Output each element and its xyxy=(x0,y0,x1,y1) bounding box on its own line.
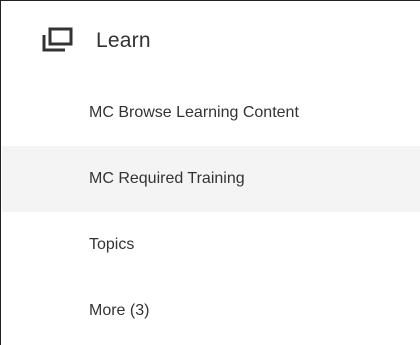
menu-item-required-training[interactable]: MC Required Training xyxy=(2,146,420,212)
window-stack-icon xyxy=(37,24,77,58)
section-header[interactable]: Learn xyxy=(2,2,420,80)
section-title: Learn xyxy=(96,29,151,52)
menu-list: MC Browse Learning Content MC Required T… xyxy=(2,80,420,344)
menu-item-topics[interactable]: Topics xyxy=(2,212,420,278)
menu-item-browse-learning-content[interactable]: MC Browse Learning Content xyxy=(2,80,420,146)
menu-item-more[interactable]: More (3) xyxy=(2,278,420,344)
learn-menu-panel: Learn MC Browse Learning Content MC Requ… xyxy=(0,0,420,345)
